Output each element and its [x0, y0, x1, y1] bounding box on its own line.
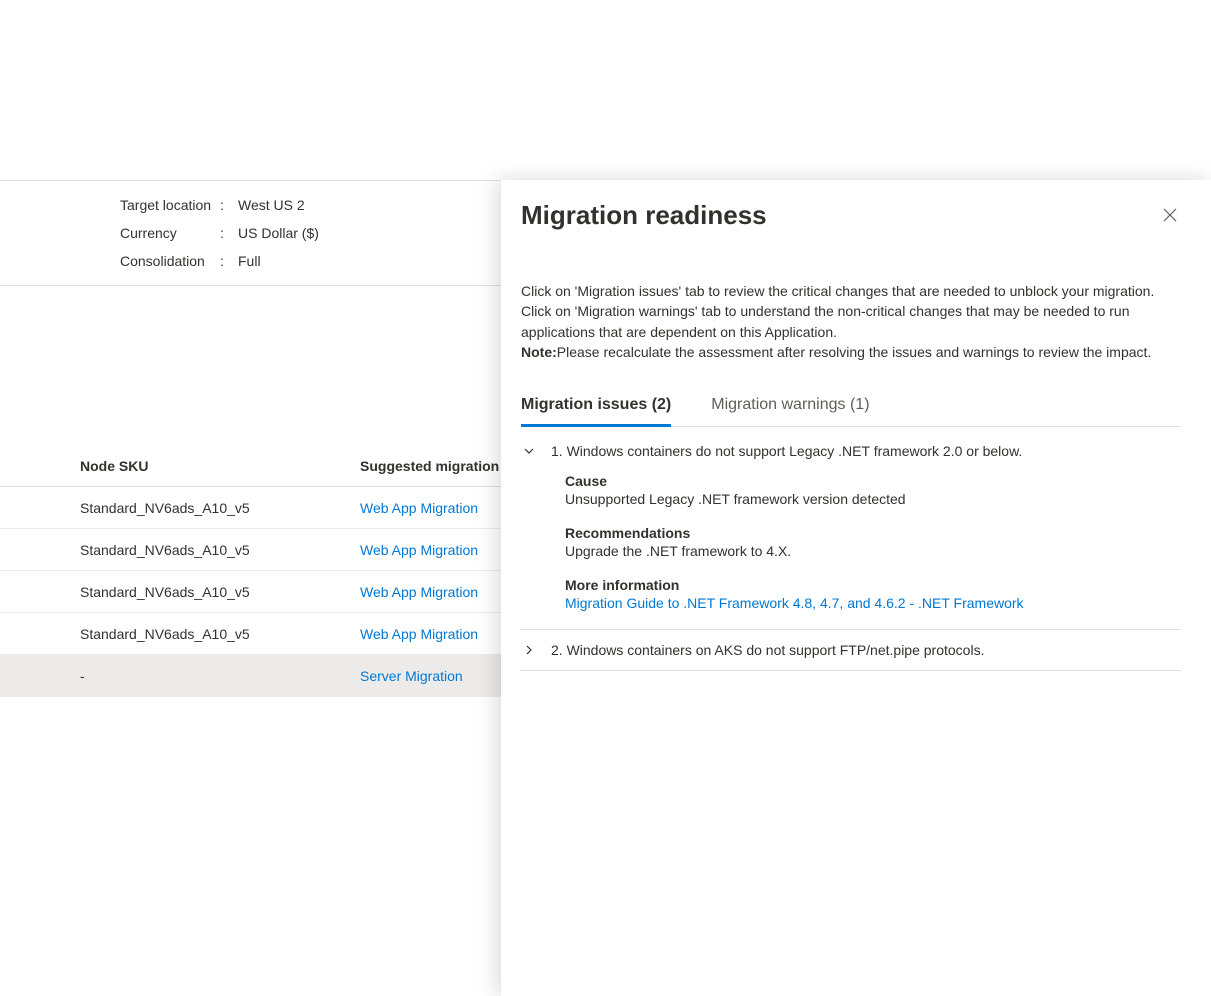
header-node-sku: Node SKU [80, 458, 360, 474]
issue-recommendations-section: Recommendations Upgrade the .NET framewo… [565, 525, 1181, 559]
more-info-label: More information [565, 577, 1181, 593]
description-text: Click on 'Migration issues' tab to revie… [521, 283, 1154, 340]
recommendations-text: Upgrade the .NET framework to 4.X. [565, 543, 1181, 559]
close-icon [1163, 209, 1177, 226]
panel-description: Click on 'Migration issues' tab to revie… [521, 281, 1181, 362]
issue-header[interactable]: 2. Windows containers on AKS do not supp… [521, 642, 1181, 658]
close-button[interactable] [1159, 204, 1181, 231]
currency-label: Currency [120, 225, 220, 241]
cell-sku: Standard_NV6ads_A10_v5 [80, 626, 360, 642]
target-location-label: Target location [120, 197, 220, 213]
issue-title: 1. Windows containers do not support Leg… [551, 443, 1022, 459]
colon: : [220, 197, 238, 213]
colon: : [220, 225, 238, 241]
note-text: Please recalculate the assessment after … [557, 344, 1152, 360]
chevron-down-icon [521, 445, 537, 457]
chevron-right-icon [521, 644, 537, 656]
issue-item: 1. Windows containers do not support Leg… [521, 431, 1181, 630]
note-label: Note: [521, 344, 557, 360]
recommendations-label: Recommendations [565, 525, 1181, 541]
issue-header[interactable]: 1. Windows containers do not support Leg… [521, 443, 1181, 459]
colon: : [220, 253, 238, 269]
migration-readiness-panel: Migration readiness Click on 'Migration … [501, 180, 1211, 996]
panel-header: Migration readiness [521, 200, 1181, 231]
consolidation-label: Consolidation [120, 253, 220, 269]
cause-text: Unsupported Legacy .NET framework versio… [565, 491, 1181, 507]
issue-more-info-section: More information Migration Guide to .NET… [565, 577, 1181, 611]
panel-title: Migration readiness [521, 200, 767, 231]
consolidation-value: Full [238, 253, 261, 269]
tab-migration-issues[interactable]: Migration issues (2) [521, 386, 671, 427]
issue-title: 2. Windows containers on AKS do not supp… [551, 642, 984, 658]
issue-cause-section: Cause Unsupported Legacy .NET framework … [565, 473, 1181, 507]
issue-item: 2. Windows containers on AKS do not supp… [521, 630, 1181, 671]
tabs: Migration issues (2) Migration warnings … [521, 386, 1181, 427]
cell-sku: - [80, 668, 360, 684]
tab-migration-warnings[interactable]: Migration warnings (1) [711, 386, 869, 427]
issue-body: Cause Unsupported Legacy .NET framework … [521, 459, 1181, 617]
cause-label: Cause [565, 473, 1181, 489]
cell-sku: Standard_NV6ads_A10_v5 [80, 542, 360, 558]
more-info-link[interactable]: Migration Guide to .NET Framework 4.8, 4… [565, 595, 1181, 611]
cell-sku: Standard_NV6ads_A10_v5 [80, 584, 360, 600]
cell-sku: Standard_NV6ads_A10_v5 [80, 500, 360, 516]
currency-value: US Dollar ($) [238, 225, 319, 241]
target-location-value: West US 2 [238, 197, 305, 213]
